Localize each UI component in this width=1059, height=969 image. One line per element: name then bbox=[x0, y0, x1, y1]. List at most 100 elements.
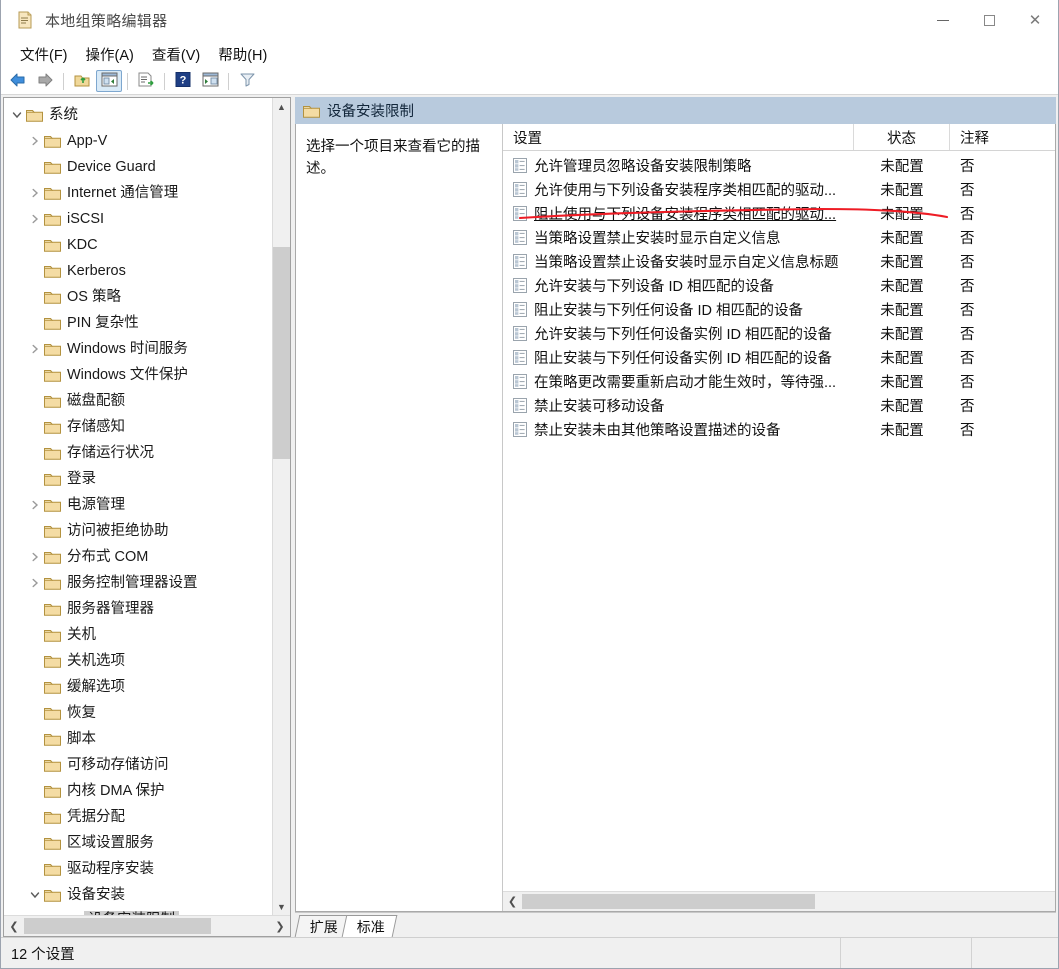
tree-item[interactable]: OS 策略 bbox=[4, 284, 272, 310]
tab-standard[interactable]: 标准 bbox=[341, 915, 398, 937]
tree-item[interactable]: 登录 bbox=[4, 466, 272, 492]
folder-icon bbox=[44, 810, 61, 824]
back-button[interactable] bbox=[5, 70, 31, 92]
tree-item[interactable]: 关机 bbox=[4, 622, 272, 648]
scroll-up-arrow-icon[interactable]: ▲ bbox=[273, 98, 290, 115]
tree-item[interactable]: 区域设置服务 bbox=[4, 830, 272, 856]
folder-icon bbox=[44, 654, 61, 668]
settings-list-row[interactable]: 禁止安装可移动设备 未配置 否 bbox=[503, 393, 1055, 417]
scroll-left-arrow-icon[interactable]: ❮ bbox=[4, 916, 24, 936]
tree-item[interactable]: 服务器管理器 bbox=[4, 596, 272, 622]
tree-item[interactable]: PIN 复杂性 bbox=[4, 310, 272, 336]
folder-icon bbox=[44, 784, 61, 798]
column-header-state[interactable]: 状态 bbox=[854, 124, 950, 150]
setting-comment-label: 否 bbox=[960, 422, 975, 439]
chevron-right-icon[interactable] bbox=[26, 214, 44, 224]
policy-setting-icon bbox=[513, 229, 527, 245]
close-button[interactable]: ✕ bbox=[1012, 0, 1058, 40]
list-hscroll-thumb[interactable] bbox=[522, 894, 815, 909]
tree-item-label: 设备安装限制 bbox=[84, 911, 179, 915]
tree-item[interactable]: iSCSI bbox=[4, 206, 272, 232]
tree-item[interactable]: 设备安装 bbox=[4, 882, 272, 908]
settings-list-row[interactable]: 阻止使用与下列设备安装程序类相匹配的驱动... 未配置 否 bbox=[503, 201, 1055, 225]
menu-action[interactable]: 操作(A) bbox=[77, 41, 143, 68]
up-one-level-button[interactable] bbox=[69, 70, 95, 92]
tree-item[interactable]: 电源管理 bbox=[4, 492, 272, 518]
column-header-comment[interactable]: 注释 bbox=[950, 124, 1055, 150]
settings-list-row[interactable]: 当策略设置禁止设备安装时显示自定义信息标题 未配置 否 bbox=[503, 249, 1055, 273]
tree-item[interactable]: 缓解选项 bbox=[4, 674, 272, 700]
chevron-down-icon[interactable] bbox=[8, 110, 26, 120]
tree-item[interactable]: App-V bbox=[4, 128, 272, 154]
settings-list-row[interactable]: 阻止安装与下列任何设备 ID 相匹配的设备 未配置 否 bbox=[503, 297, 1055, 321]
settings-list-row[interactable]: 阻止安装与下列任何设备实例 ID 相匹配的设备 未配置 否 bbox=[503, 345, 1055, 369]
settings-list-rows[interactable]: 允许管理员忽略设备安装限制策略 未配置否允许使用与下列设备安装程序类相匹配的驱动.… bbox=[503, 151, 1055, 891]
scroll-right-arrow-icon[interactable]: ❯ bbox=[270, 916, 290, 936]
tree-vscroll-thumb[interactable] bbox=[273, 247, 290, 459]
folder-icon bbox=[44, 290, 61, 304]
settings-list-row[interactable]: 允许使用与下列设备安装程序类相匹配的驱动... 未配置 否 bbox=[503, 177, 1055, 201]
menu-view[interactable]: 查看(V) bbox=[143, 41, 209, 68]
menu-file[interactable]: 文件(F) bbox=[11, 41, 77, 68]
chevron-right-icon[interactable] bbox=[26, 136, 44, 146]
settings-horizontal-scrollbar[interactable]: ❮ bbox=[503, 891, 1055, 911]
tree-item[interactable]: Device Guard bbox=[4, 154, 272, 180]
tree-item[interactable]: Kerberos bbox=[4, 258, 272, 284]
tree-item[interactable]: 服务控制管理器设置 bbox=[4, 570, 272, 596]
tree-hscroll-track[interactable] bbox=[24, 916, 270, 936]
column-header-setting[interactable]: 设置 bbox=[503, 124, 854, 150]
tree-item[interactable]: 驱动程序安装 bbox=[4, 856, 272, 882]
tree-vscroll-track[interactable] bbox=[273, 115, 290, 898]
tree-item[interactable]: 凭据分配 bbox=[4, 804, 272, 830]
chevron-right-icon[interactable] bbox=[26, 578, 44, 588]
settings-list-row[interactable]: 允许安装与下列设备 ID 相匹配的设备 未配置 否 bbox=[503, 273, 1055, 297]
tree-item[interactable]: 内核 DMA 保护 bbox=[4, 778, 272, 804]
tree-item-label: 驱动程序安装 bbox=[67, 860, 154, 877]
chevron-right-icon[interactable] bbox=[26, 344, 44, 354]
forward-button[interactable] bbox=[32, 70, 58, 92]
maximize-button[interactable] bbox=[966, 0, 1012, 40]
tree-item[interactable]: 系统 bbox=[4, 102, 272, 128]
menu-help[interactable]: 帮助(H) bbox=[209, 41, 276, 68]
tree-item[interactable]: Windows 时间服务 bbox=[4, 336, 272, 362]
minimize-button[interactable] bbox=[920, 0, 966, 40]
settings-list-row[interactable]: 当策略设置禁止安装时显示自定义信息 未配置 否 bbox=[503, 225, 1055, 249]
tree-item[interactable]: 可移动存储访问 bbox=[4, 752, 272, 778]
settings-list-row[interactable]: 在策略更改需要重新启动才能生效时，等待强... 未配置 否 bbox=[503, 369, 1055, 393]
settings-list-row[interactable]: 禁止安装未由其他策略设置描述的设备 未配置 否 bbox=[503, 417, 1055, 441]
tree-item[interactable]: 设备安装限制 bbox=[4, 908, 272, 915]
chevron-down-icon[interactable] bbox=[26, 890, 44, 900]
tree-item[interactable]: 分布式 COM bbox=[4, 544, 272, 570]
tree-item[interactable]: 访问被拒绝协助 bbox=[4, 518, 272, 544]
properties-button[interactable] bbox=[197, 70, 223, 92]
list-hscroll-track[interactable] bbox=[522, 892, 1055, 911]
filter-button[interactable] bbox=[234, 70, 260, 92]
tree-item[interactable]: 存储运行状况 bbox=[4, 440, 272, 466]
settings-list-row[interactable]: 允许安装与下列任何设备实例 ID 相匹配的设备 未配置 否 bbox=[503, 321, 1055, 345]
tree-vertical-scrollbar[interactable]: ▲ ▼ bbox=[272, 98, 290, 915]
list-scroll-left-arrow-icon[interactable]: ❮ bbox=[503, 892, 522, 911]
tree-item[interactable]: 恢复 bbox=[4, 700, 272, 726]
tree-hscroll-thumb[interactable] bbox=[24, 918, 211, 934]
tree-item-label: 凭据分配 bbox=[67, 808, 125, 825]
tree-item[interactable]: 磁盘配额 bbox=[4, 388, 272, 414]
scroll-down-arrow-icon[interactable]: ▼ bbox=[273, 898, 290, 915]
folder-icon bbox=[44, 888, 61, 902]
tree-item[interactable]: 存储感知 bbox=[4, 414, 272, 440]
chevron-right-icon[interactable] bbox=[26, 188, 44, 198]
tree-item[interactable]: Windows 文件保护 bbox=[4, 362, 272, 388]
chevron-right-icon[interactable] bbox=[26, 500, 44, 510]
tree-item[interactable]: 关机选项 bbox=[4, 648, 272, 674]
tree-item[interactable]: 脚本 bbox=[4, 726, 272, 752]
setting-comment-label: 否 bbox=[960, 254, 975, 271]
export-list-button[interactable] bbox=[133, 70, 159, 92]
settings-list-row[interactable]: 允许管理员忽略设备安装限制策略 未配置 否 bbox=[503, 153, 1055, 177]
chevron-right-icon[interactable] bbox=[26, 552, 44, 562]
show-hide-console-tree-button[interactable] bbox=[96, 70, 122, 92]
tree-horizontal-scrollbar[interactable]: ❮ ❯ bbox=[4, 915, 290, 936]
tree-item[interactable]: KDC bbox=[4, 232, 272, 258]
policy-setting-icon bbox=[513, 205, 527, 221]
tree-item[interactable]: Internet 通信管理 bbox=[4, 180, 272, 206]
help-button[interactable]: ? bbox=[170, 70, 196, 92]
policy-tree[interactable]: 系统 App-V Device Guard Internet 通信管理 iSCSI KDC… bbox=[4, 98, 272, 915]
